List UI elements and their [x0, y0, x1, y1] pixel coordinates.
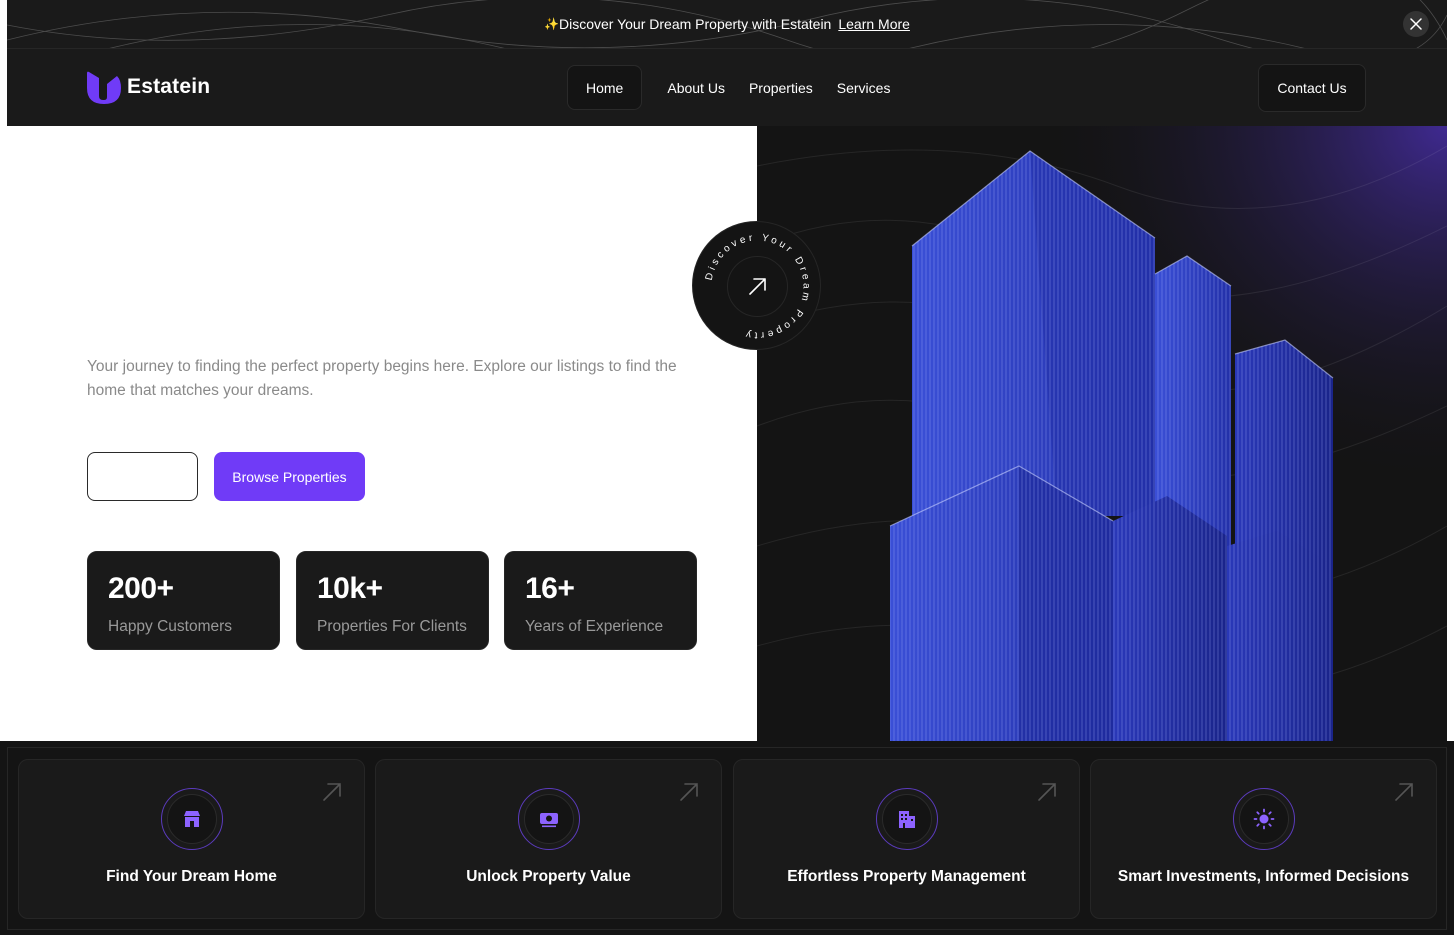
nav-home[interactable]: Home	[567, 65, 643, 110]
features-row: Find Your Dream Home Unlock Property Val…	[7, 747, 1447, 930]
site-header: Estatein Home About Us Properties Servic…	[7, 49, 1447, 126]
feature-card[interactable]: Find Your Dream Home	[18, 759, 365, 919]
stat-value: 16+	[525, 572, 575, 605]
stat-value: 10k+	[317, 572, 383, 605]
stat-label: Happy Customers	[108, 618, 233, 635]
stat-card: 10k+ Properties For Clients	[296, 551, 489, 650]
arrow-up-right-icon	[1395, 783, 1413, 801]
feature-card[interactable]: Unlock Property Value	[375, 759, 722, 919]
arrow-up-right-icon	[680, 783, 698, 801]
hero-description: Your journey to finding the perfect prop…	[87, 358, 677, 399]
feature-card[interactable]: Smart Investments, Informed Decisions	[1090, 759, 1437, 919]
stat-card: 16+ Years of Experience	[504, 551, 697, 650]
hero-content: Your journey to finding the perfect prop…	[0, 126, 757, 741]
contact-us-button[interactable]: Contact Us	[1258, 64, 1366, 112]
page: ✨ Discover Your Dream Property with Esta…	[0, 0, 1454, 935]
badge-graphic: Discover Your Dream Property	[704, 232, 809, 340]
feature-title: Unlock Property Value	[466, 868, 631, 885]
logo-icon	[87, 71, 121, 104]
top-banner: ✨ Discover Your Dream Property with Esta…	[7, 0, 1447, 49]
arrow-up-right-icon	[1038, 783, 1056, 801]
banner-close-button[interactable]	[1403, 11, 1429, 37]
main-nav: Home About Us Properties Services	[567, 65, 902, 110]
arrow-up-right-icon	[323, 783, 341, 801]
sparkle-icon: ✨	[544, 17, 559, 31]
logo[interactable]: Estatein	[87, 70, 210, 104]
logo-text: Estatein	[127, 75, 211, 98]
feature-icon-ring	[517, 788, 580, 850]
feature-title: Find Your Dream Home	[106, 868, 277, 885]
feature-card[interactable]: Effortless Property Management	[733, 759, 1080, 919]
discover-badge[interactable]: Discover Your Dream Property	[692, 221, 821, 350]
stat-value: 200+	[108, 572, 174, 605]
learn-more-link[interactable]: Learn More	[838, 16, 910, 32]
banner-text: Discover Your Dream Property with Estate…	[559, 16, 832, 32]
nav-properties[interactable]: Properties	[737, 65, 825, 110]
money-icon	[539, 813, 558, 828]
building-icon	[898, 811, 915, 828]
stat-label: Properties For Clients	[317, 618, 467, 635]
stat-label: Years of Experience	[525, 618, 664, 635]
learn-more-button[interactable]	[87, 452, 198, 501]
nav-services[interactable]: Services	[825, 65, 903, 110]
feature-icon-ring	[875, 788, 938, 850]
browse-properties-button[interactable]: Browse Properties	[214, 452, 365, 501]
banner-message: ✨ Discover Your Dream Property with Esta…	[544, 16, 910, 32]
features-section: Find Your Dream Home Unlock Property Val…	[0, 741, 1454, 935]
sun-icon	[1253, 808, 1274, 830]
nav-about-us[interactable]: About Us	[655, 65, 737, 110]
close-icon	[1410, 18, 1422, 30]
stat-card: 200+ Happy Customers	[87, 551, 280, 650]
feature-title: Smart Investments, Informed Decisions	[1117, 868, 1410, 885]
hero-image	[757, 126, 1447, 741]
building-image	[757, 126, 1447, 741]
feature-title: Effortless Property Management	[787, 868, 1026, 885]
feature-icon-ring	[1232, 788, 1295, 850]
home-icon	[183, 811, 200, 827]
feature-icon-ring	[160, 788, 223, 850]
